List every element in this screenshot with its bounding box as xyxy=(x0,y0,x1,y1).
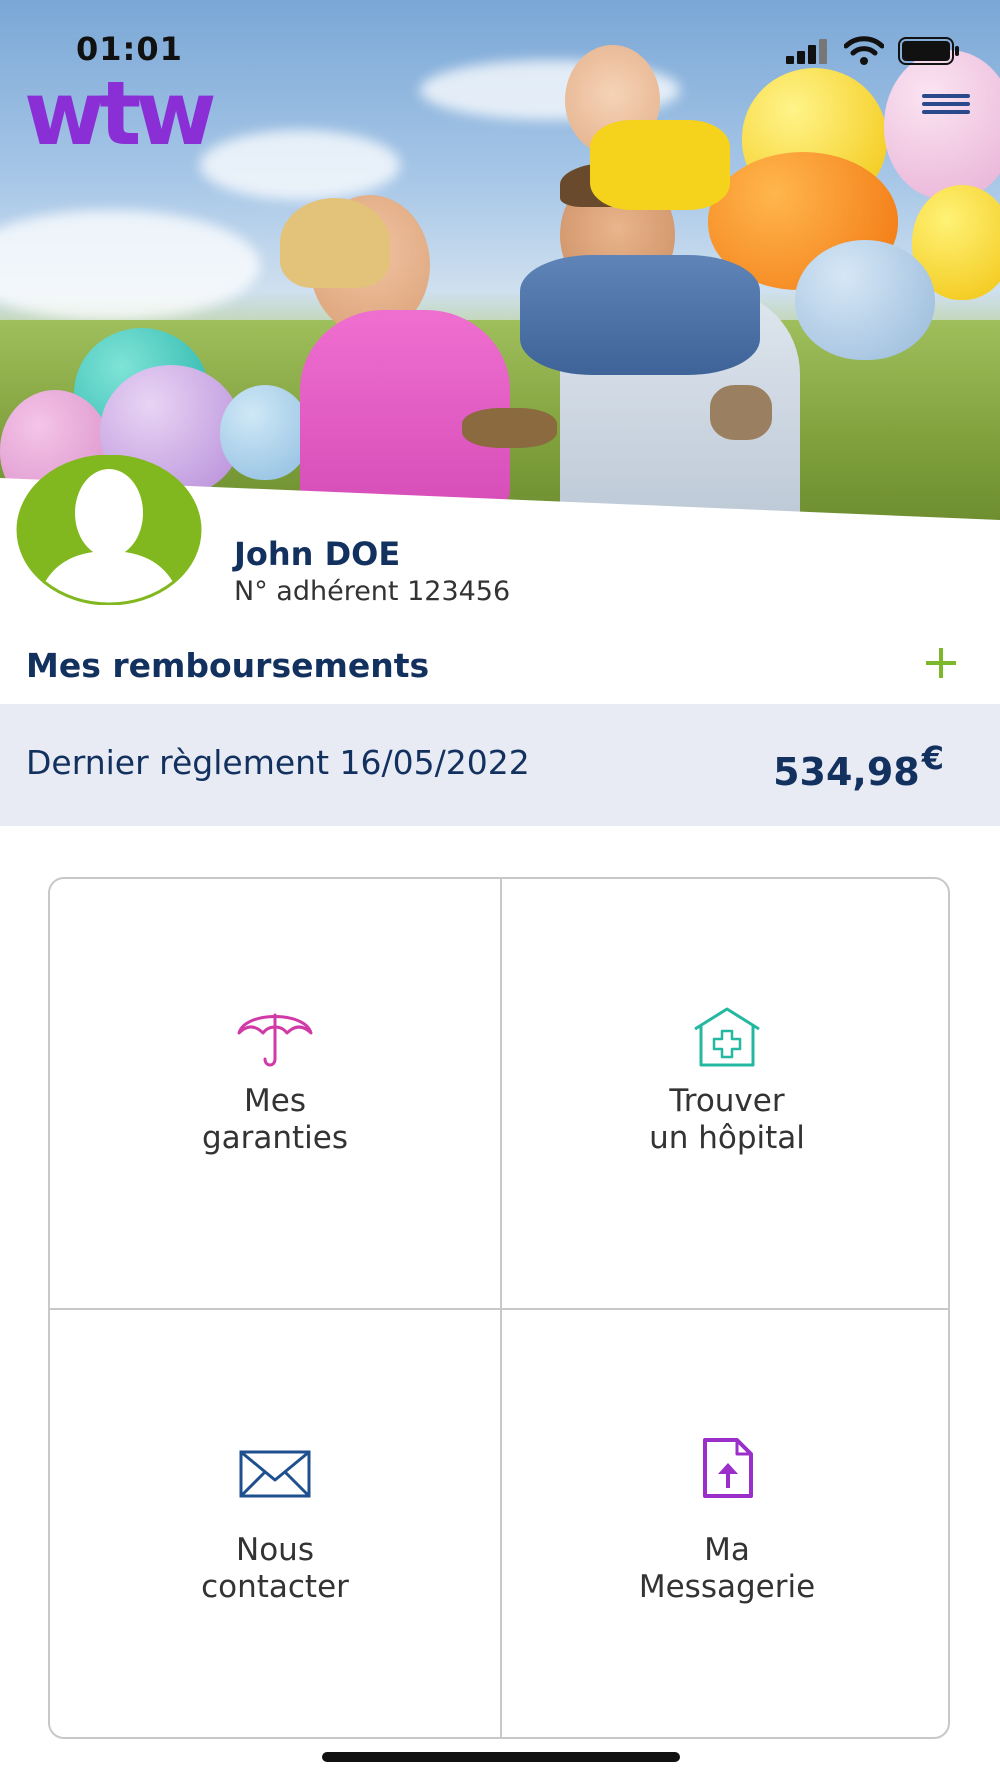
tile-trouver-hopital[interactable]: Trouver un hôpital xyxy=(502,879,952,1309)
tile-label: Nous contacter xyxy=(50,1532,500,1606)
tile-label: Ma Messagerie xyxy=(502,1532,952,1606)
last-payment-amount: 534,98€ xyxy=(773,739,944,794)
tile-label-line2: Messagerie xyxy=(638,1569,816,1605)
member-number: N° adhérent 123456 xyxy=(234,576,511,607)
umbrella-icon xyxy=(237,1013,313,1067)
tile-label: Trouver un hôpital xyxy=(502,1083,952,1157)
plus-icon[interactable] xyxy=(924,646,958,680)
wtw-logo: wtw xyxy=(24,62,217,165)
home-indicator[interactable] xyxy=(322,1752,680,1762)
battery-icon xyxy=(898,37,959,65)
reimbursements-title[interactable]: Mes remboursements xyxy=(26,646,429,685)
tile-nous-contacter[interactable]: Nous contacter xyxy=(50,1310,500,1740)
avatar[interactable] xyxy=(16,455,202,605)
last-payment-label: Dernier règlement 16/05/2022 xyxy=(26,743,530,782)
wifi-icon xyxy=(844,36,884,65)
tile-mes-garanties[interactable]: Mes garanties xyxy=(50,879,500,1309)
status-icons xyxy=(786,36,960,66)
signal-icon xyxy=(786,39,827,64)
tile-label-line2: garanties xyxy=(201,1120,349,1156)
tile-ma-messagerie[interactable]: Ma Messagerie xyxy=(502,1310,952,1740)
tile-label-line1: Mes xyxy=(244,1083,306,1119)
envelope-icon xyxy=(239,1450,311,1498)
amount-currency: € xyxy=(921,739,944,777)
tile-label-line1: Nous xyxy=(236,1532,314,1568)
amount-value: 534,98 xyxy=(773,750,920,794)
tile-label: Mes garanties xyxy=(50,1083,500,1157)
hamburger-menu-icon[interactable] xyxy=(922,90,970,120)
document-upload-icon xyxy=(703,1438,753,1498)
hospital-icon xyxy=(694,1007,760,1067)
tile-label-line1: Trouver xyxy=(669,1083,785,1119)
tile-label-line2: un hôpital xyxy=(649,1120,805,1156)
user-name: John DOE xyxy=(234,535,401,573)
tile-label-line2: contacter xyxy=(201,1569,349,1605)
tile-label-line1: Ma xyxy=(704,1532,750,1568)
